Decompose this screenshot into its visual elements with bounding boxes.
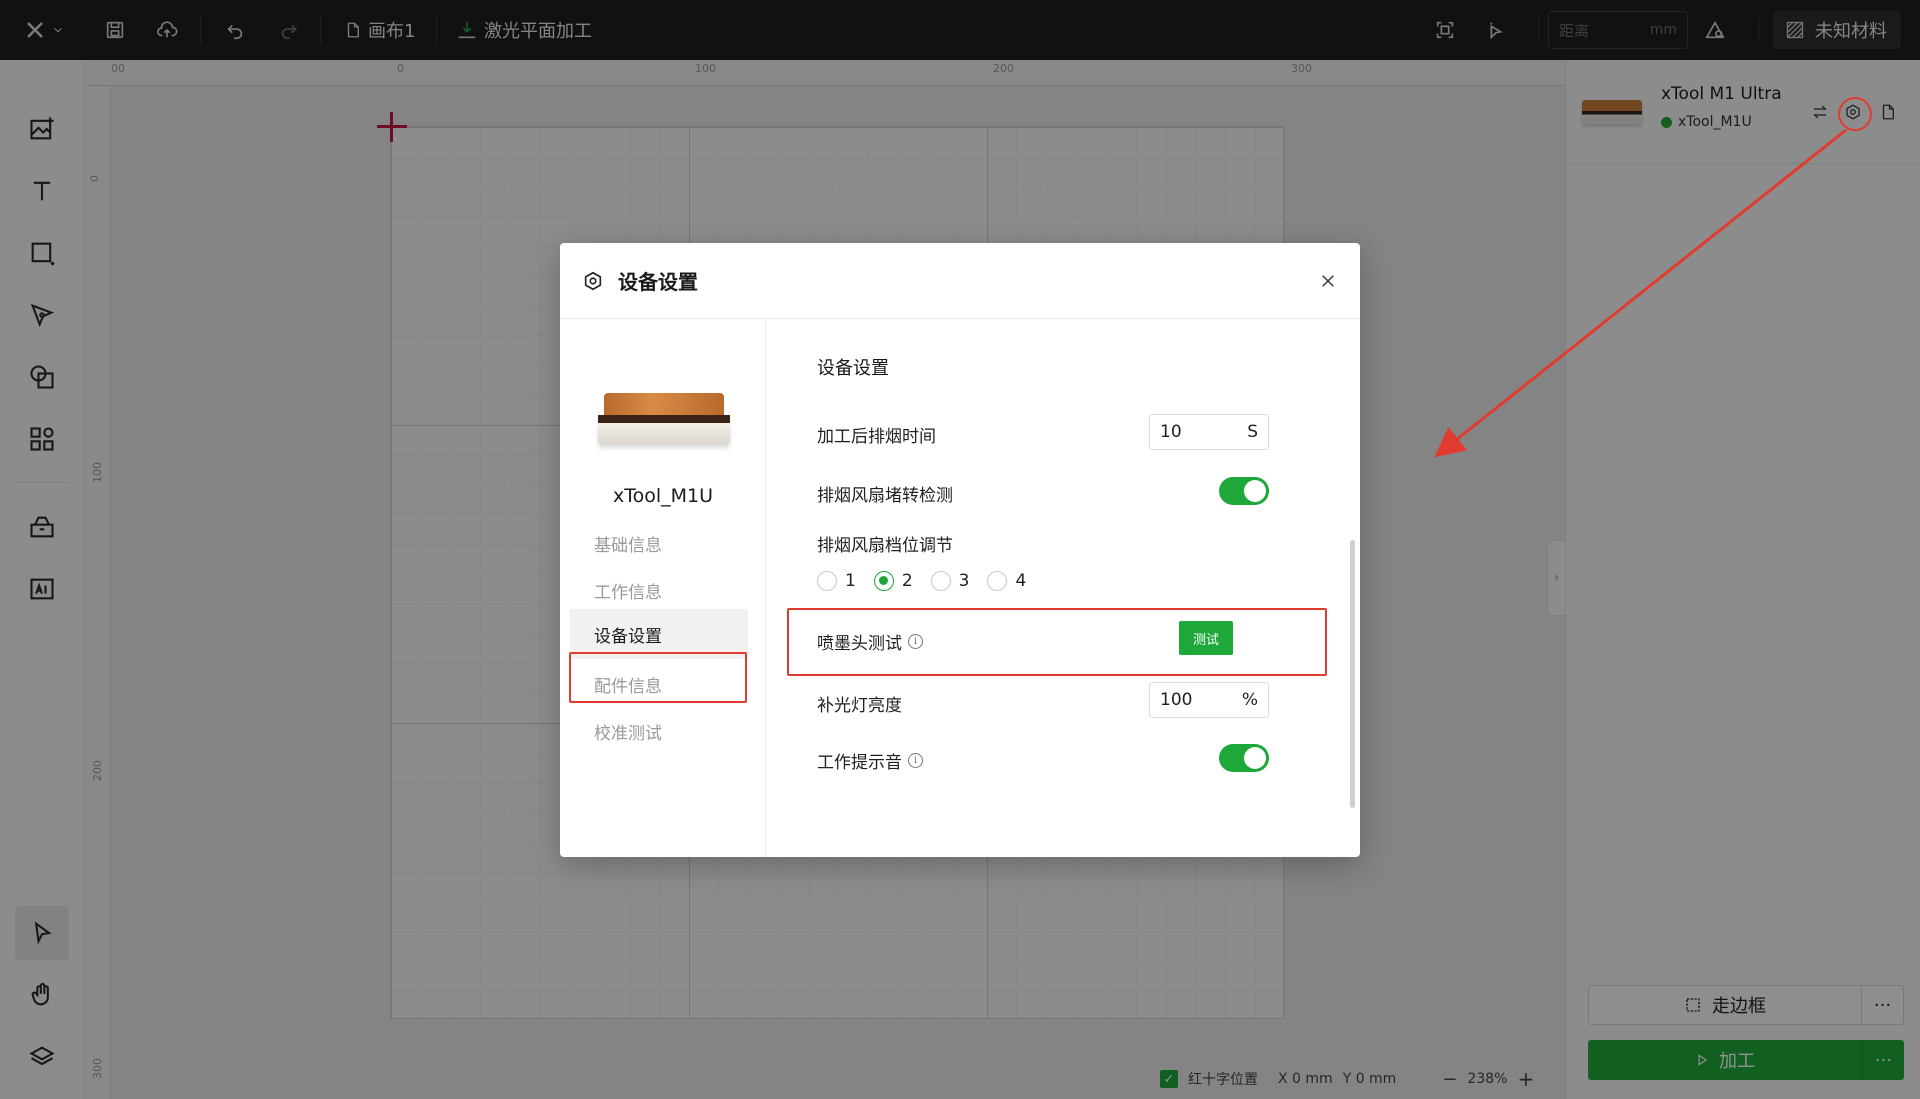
dialog-scrollbar[interactable]	[1350, 540, 1355, 808]
dialog-title: 设备设置	[618, 270, 698, 294]
fill-light-label: 补光灯亮度	[817, 696, 902, 716]
sidebar-highlight-box	[569, 652, 747, 703]
smoke-time-value: 10	[1160, 422, 1182, 442]
close-button[interactable]	[1316, 269, 1340, 293]
fan-level-option-3: 3	[958, 571, 970, 591]
fan-level-radio-1[interactable]	[817, 571, 837, 591]
fan-level-radio-2[interactable]	[873, 571, 894, 591]
work-sound-label: 工作提示音	[817, 753, 902, 773]
fan-level-radio-4[interactable]	[987, 571, 1008, 591]
sidebar-item-calibration[interactable]: 校准测试	[594, 719, 662, 744]
close-icon	[1322, 275, 1334, 287]
fill-light-value: 100	[1160, 690, 1193, 710]
sidebar-item-work-info[interactable]: 工作信息	[594, 578, 662, 603]
nozzle-test-highlight-box	[787, 608, 1327, 676]
fill-light-input[interactable]: 100 %	[1149, 682, 1269, 718]
fan-level-option-1: 1	[845, 571, 856, 591]
fan-detect-label: 排烟风扇堵转检测	[817, 486, 953, 506]
smoke-time-unit: S	[1247, 422, 1258, 442]
device-settings-dialog: 设备设置 xTool_M1U 基础信息 工作信息 设备设置 配件信息 校准测试 …	[560, 243, 1360, 857]
dialog-content: 设备设置 加工后排烟时间 10 S 排烟风扇堵转检测 排烟风扇档位调节 1 2 …	[767, 319, 1360, 857]
settings-highlight-circle	[1838, 97, 1872, 131]
fan-level-option-2: 2	[901, 571, 913, 591]
device-image	[598, 393, 730, 449]
dialog-sidebar: xTool_M1U 基础信息 工作信息 设备设置 配件信息 校准测试	[560, 319, 766, 857]
fan-level-radio-3[interactable]	[930, 571, 951, 591]
work-sound-row: 工作提示音 i	[817, 748, 923, 773]
fill-light-unit: %	[1241, 690, 1258, 710]
dialog-header: 设备设置	[560, 243, 1360, 319]
work-sound-toggle[interactable]	[1219, 744, 1269, 772]
settings-hex-icon	[584, 271, 602, 290]
fan-detect-toggle[interactable]	[1219, 477, 1269, 505]
sidebar-item-basic-info[interactable]: 基础信息	[594, 531, 662, 556]
info-icon[interactable]: i	[908, 753, 923, 768]
fan-level-radio-group: 1 2 3 4	[817, 571, 1026, 591]
fan-level-option-4: 4	[1015, 571, 1027, 591]
dialog-device-name: xTool_M1U	[612, 485, 714, 507]
smoke-time-input[interactable]: 10 S	[1149, 414, 1269, 450]
smoke-time-label: 加工后排烟时间	[817, 427, 936, 447]
fan-level-label: 排烟风扇档位调节	[817, 536, 953, 556]
section-title: 设备设置	[817, 358, 889, 379]
